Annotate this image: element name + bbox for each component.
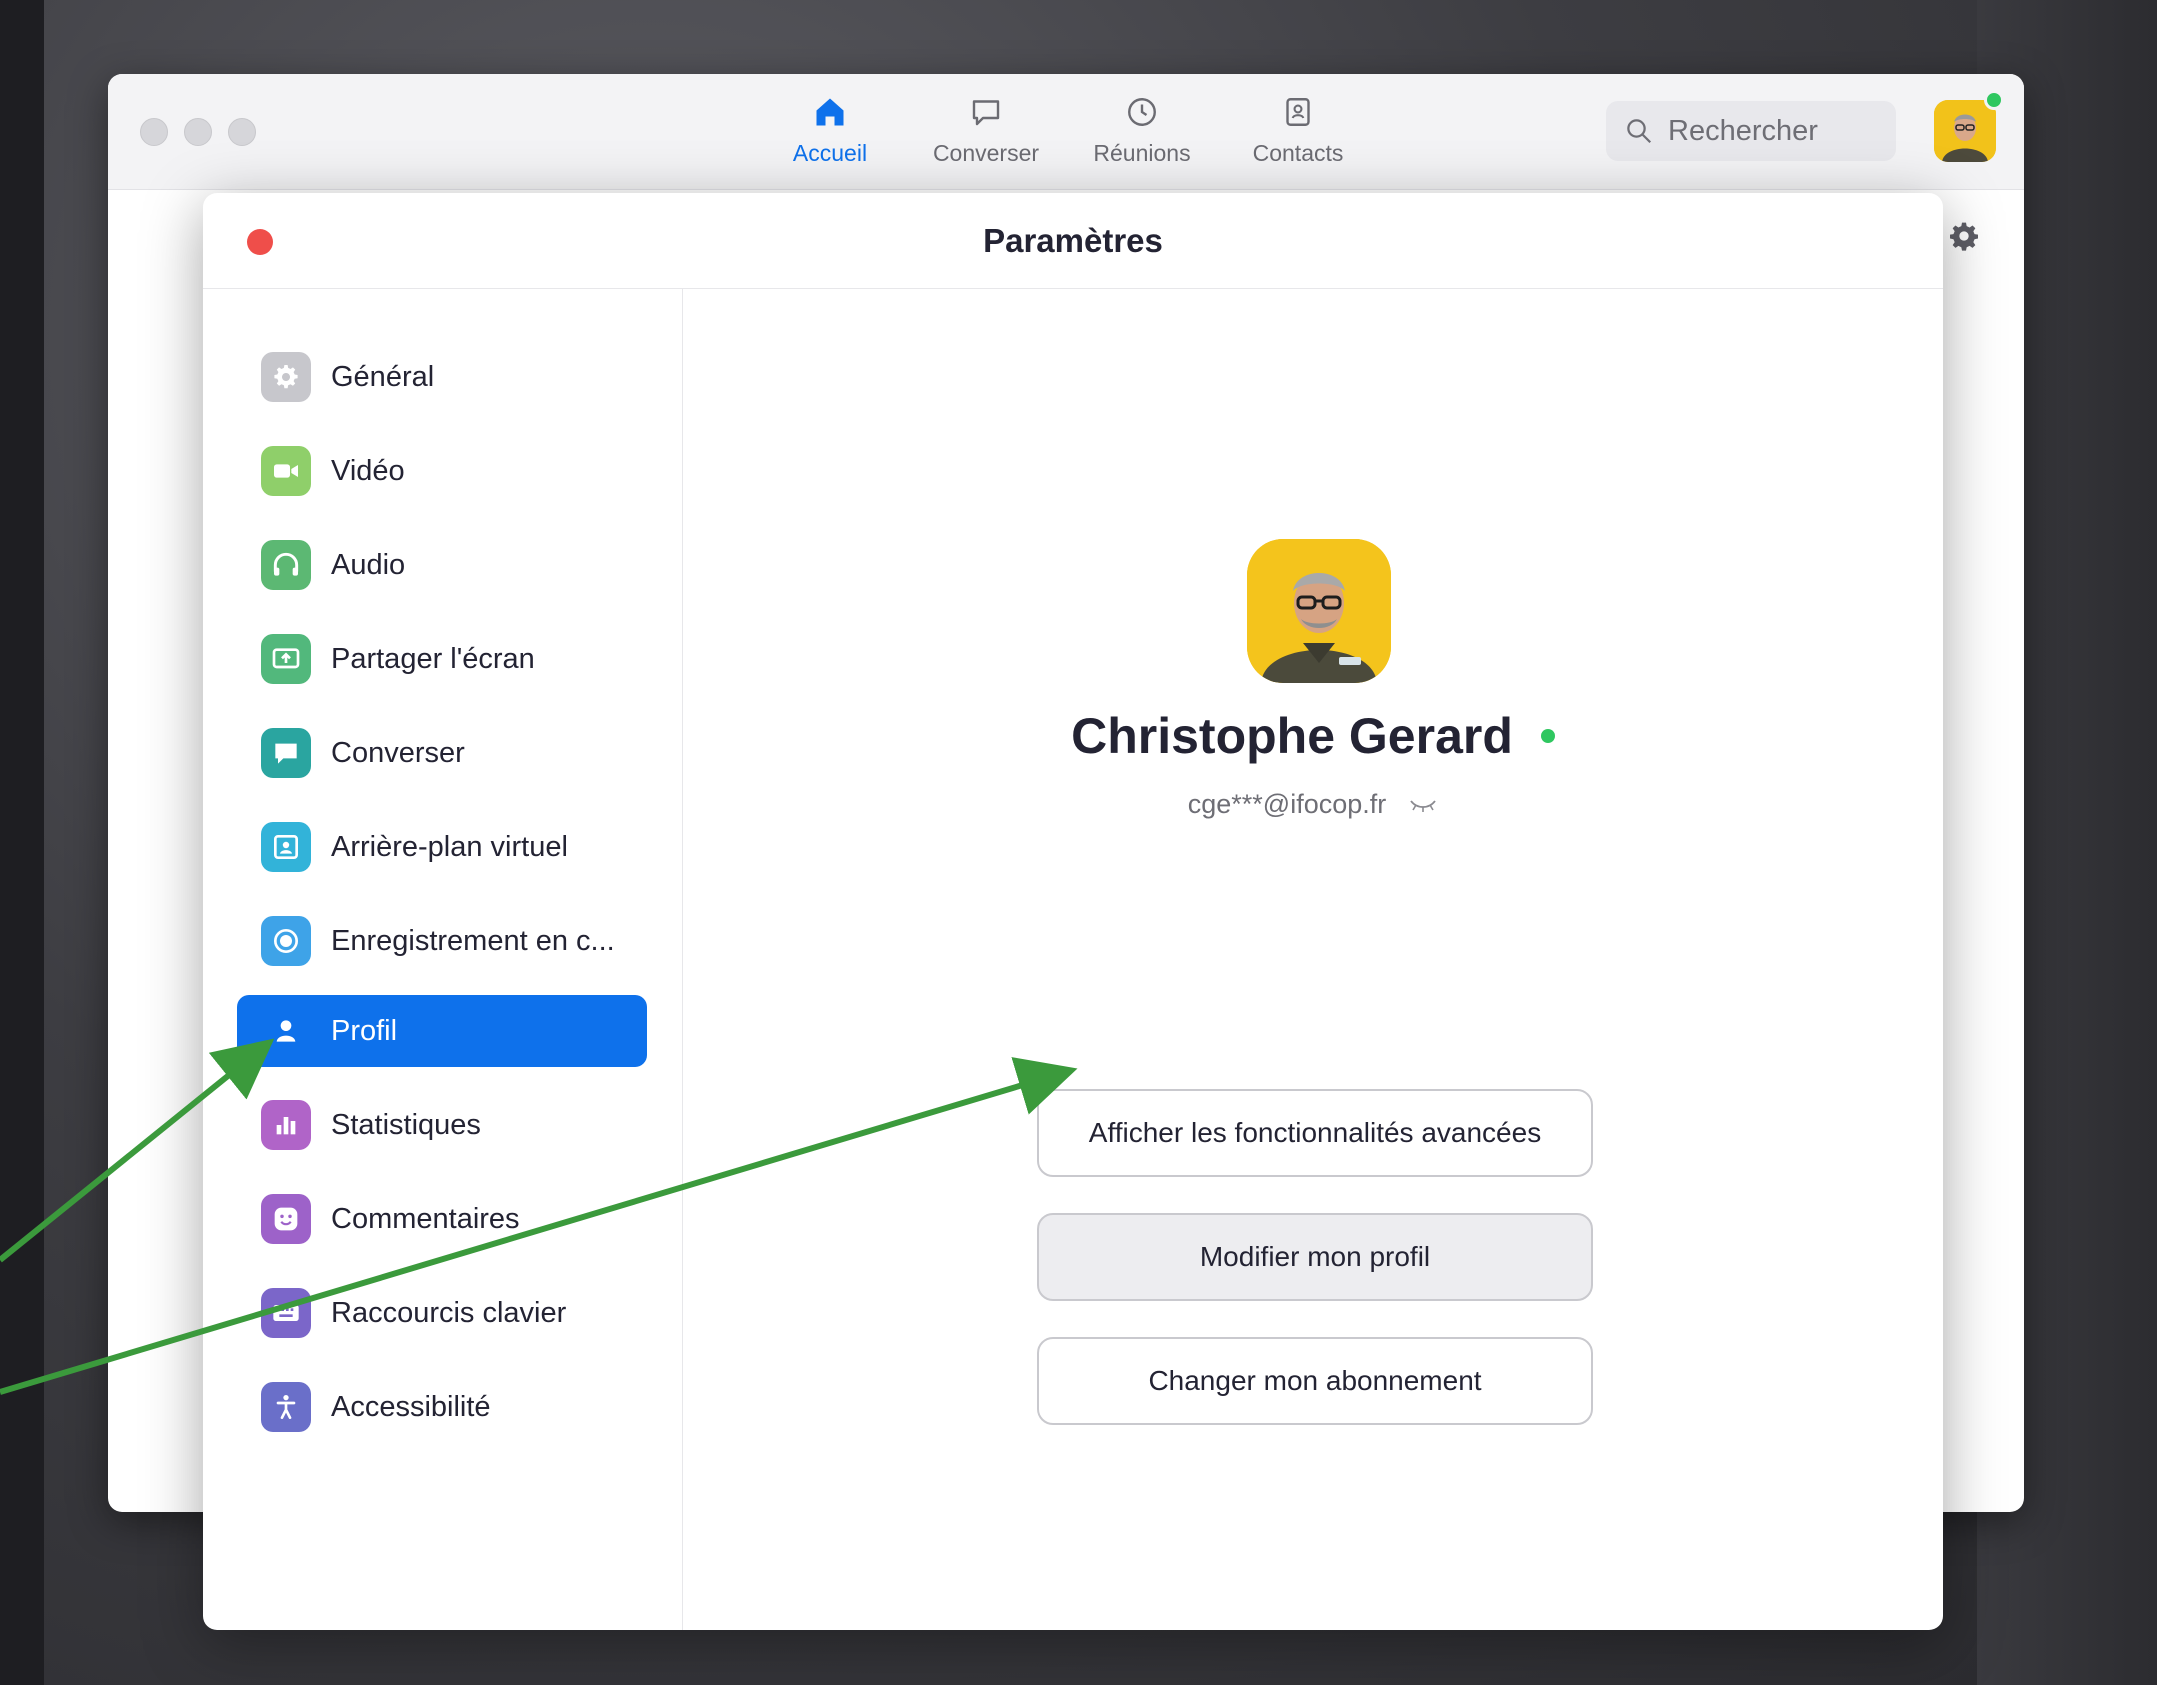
sidebar-item-label: Arrière-plan virtuel <box>331 830 568 863</box>
hidden-eye-icon[interactable] <box>1408 795 1438 815</box>
sidebar-item-accessibility[interactable]: Accessibilité <box>237 1371 647 1443</box>
contact-card-icon <box>1286 98 1310 126</box>
title-bar: Accueil Converser Réunions Contacts Rech… <box>108 74 2024 190</box>
clock-icon <box>1128 98 1156 126</box>
keyboard-icon <box>261 1288 311 1338</box>
profile-panel: Christophe Gerard cge***@ifocop.fr Affic… <box>683 289 1943 1630</box>
sidebar-item-share-screen[interactable]: Partager l'écran <box>237 623 647 695</box>
nav-tab-reunions[interactable]: Réunions <box>1077 94 1207 184</box>
online-status-dot <box>1984 90 2004 110</box>
nav-label: Réunions <box>1093 140 1191 166</box>
profile-name-row: Christophe Gerard <box>683 707 1943 765</box>
sidebar-item-video[interactable]: Vidéo <box>237 435 647 507</box>
chat-bubble-icon <box>261 728 311 778</box>
bar-chart-icon <box>261 1100 311 1150</box>
nav-label: Converser <box>932 140 1040 166</box>
avatar-portrait-icon <box>1934 100 1996 162</box>
user-avatar[interactable] <box>1934 100 1996 162</box>
nav-tab-accueil[interactable]: Accueil <box>765 94 895 184</box>
headphones-icon <box>261 540 311 590</box>
settings-header: Paramètres <box>203 193 1943 289</box>
settings-gear-icon[interactable] <box>1948 220 1980 252</box>
online-status-dot <box>1540 729 1555 743</box>
search-box[interactable]: Rechercher <box>1606 101 1896 161</box>
sidebar-item-label: Audio <box>331 548 406 581</box>
sidebar-item-label: Commentaires <box>331 1202 520 1235</box>
sidebar-item-label: Partager l'écran <box>331 642 535 675</box>
profile-email-row: cge***@ifocop.fr <box>683 789 1943 820</box>
sidebar-item-chat[interactable]: Converser <box>237 717 647 789</box>
dialog-close-button[interactable] <box>247 229 273 255</box>
nav-tab-contacts[interactable]: Contacts <box>1233 94 1363 184</box>
sidebar-item-label: Général <box>331 360 435 393</box>
accessibility-icon <box>261 1382 311 1432</box>
nav-tab-converser[interactable]: Converser <box>921 94 1051 184</box>
smiley-icon <box>261 1194 311 1244</box>
profile-name: Christophe Gerard <box>1071 708 1513 764</box>
sidebar-item-general[interactable]: Général <box>237 341 647 413</box>
nav-label: Accueil <box>792 140 868 166</box>
share-screen-icon <box>261 634 311 684</box>
chat-bubble-icon <box>972 100 1000 126</box>
sidebar-item-profile[interactable]: Profil <box>237 995 647 1067</box>
nav-label: Contacts <box>1252 140 1344 166</box>
sidebar-item-label: Vidéo <box>331 454 405 487</box>
settings-title: Paramètres <box>983 221 1163 259</box>
home-icon <box>816 98 844 126</box>
sidebar-item-audio[interactable]: Audio <box>237 529 647 601</box>
sidebar-item-virtual-background[interactable]: Arrière-plan virtuel <box>237 811 647 883</box>
sidebar-item-label: Accessibilité <box>331 1390 491 1423</box>
window-close-dot[interactable] <box>140 118 168 146</box>
edit-profile-button[interactable]: Modifier mon profil <box>1037 1213 1593 1301</box>
record-icon <box>261 916 311 966</box>
change-subscription-button[interactable]: Changer mon abonnement <box>1037 1337 1593 1425</box>
sidebar-item-label: Converser <box>331 736 465 769</box>
sidebar-item-label: Enregistrement en c... <box>331 924 615 957</box>
window-zoom-dot[interactable] <box>228 118 256 146</box>
screen-bezel-left <box>0 0 44 1685</box>
sidebar-item-statistics[interactable]: Statistiques <box>237 1089 647 1161</box>
avatar-portrait-icon <box>1247 539 1391 683</box>
search-icon <box>1627 119 1652 144</box>
show-advanced-features-button[interactable]: Afficher les fonctionnalités avancées <box>1037 1089 1593 1177</box>
video-camera-icon <box>261 446 311 496</box>
settings-dialog: Paramètres Général Vidéo Audio Partager … <box>203 193 1943 1630</box>
virtual-background-icon <box>261 822 311 872</box>
search-placeholder: Rechercher <box>1668 114 1818 147</box>
sidebar-item-recording[interactable]: Enregistrement en c... <box>237 905 647 977</box>
profile-avatar[interactable] <box>1247 539 1391 683</box>
sidebar-item-label: Profil <box>331 1014 398 1047</box>
sidebar-item-label: Statistiques <box>331 1108 481 1141</box>
sidebar-item-feedback[interactable]: Commentaires <box>237 1183 647 1255</box>
gear-icon <box>261 352 311 402</box>
window-minimize-dot[interactable] <box>184 118 212 146</box>
sidebar-item-label: Raccourcis clavier <box>331 1296 567 1329</box>
sidebar-item-keyboard-shortcuts[interactable]: Raccourcis clavier <box>237 1277 647 1349</box>
settings-sidebar: Général Vidéo Audio Partager l'écran Con… <box>203 289 683 1630</box>
profile-email: cge***@ifocop.fr <box>1187 789 1387 819</box>
person-icon <box>261 1006 311 1056</box>
